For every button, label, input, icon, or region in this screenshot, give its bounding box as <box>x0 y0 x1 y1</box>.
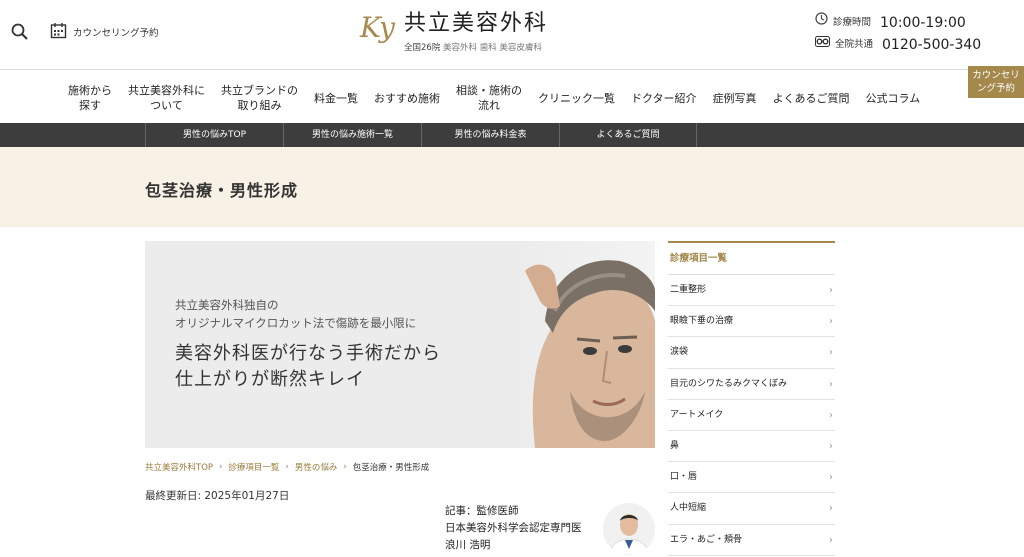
phone-label: 全院共通 <box>835 39 874 50</box>
logo-name: 共立美容外科 <box>404 11 549 36</box>
sidebar-item-double-eyelid[interactable]: 二重整形 › <box>668 275 835 307</box>
counseling-link[interactable]: カウンセリング予約 <box>50 22 159 42</box>
chevron-right-icon: › <box>219 462 223 472</box>
hero-headline-line: 仕上がりが断然キレイ <box>175 369 365 390</box>
clock-icon <box>815 12 828 34</box>
sidebar-item-label: エラ・あご・頬骨 <box>670 534 743 545</box>
logo-services: 美容外科 歯科 美容皮膚科 <box>443 43 542 53</box>
title-band: 包茎治療・男性形成 <box>0 147 1024 227</box>
chevron-right-icon: › <box>829 285 833 296</box>
sidebar-item-art-make[interactable]: アートメイク › <box>668 400 835 431</box>
supervisor-info: 記事：監修医師 日本美容外科学会認定専門医 浪川 浩明 <box>445 503 582 554</box>
nav-brand[interactable]: 共立ブランドの 取り組み <box>213 83 306 113</box>
treatment-sidebar: 診療項目一覧 二重整形 › 眼瞼下垂の治療 › 涙袋 › 目元のシワたるみクマくぼみ ›… <box>668 241 835 556</box>
sidebar-item-label: 人中短縮 <box>670 503 707 514</box>
breadcrumb-current: 包茎治療・男性形成 <box>352 463 430 473</box>
nav-treatments[interactable]: 施術から 探す <box>60 83 120 113</box>
doctor-avatar <box>603 503 655 555</box>
logo-mark: Ky <box>360 11 395 44</box>
nav-flow[interactable]: 相談・施術の 流れ <box>448 83 530 113</box>
free-dial-icon <box>815 34 830 56</box>
chevron-right-icon: › <box>829 316 833 328</box>
chevron-right-icon: › <box>829 503 833 515</box>
breadcrumb: 共立美容外科TOP › 診療項目一覧 › 男性の悩み › 包茎治療・男性形成 <box>145 461 429 473</box>
calendar-icon <box>50 22 67 42</box>
hero-headline: 美容外科医が行なう手術だから 仕上がりが断然キレイ <box>175 341 441 393</box>
contact-info: 診療時間 10:00-19:00 全院共通 0120-500-340 <box>815 12 981 56</box>
global-nav: 施術から 探す 共立美容外科に ついて 共立ブランドの 取り組み 料金一覧 おす… <box>60 76 928 120</box>
counseling-cta-button[interactable]: カウンセリ ング予約 <box>968 66 1024 98</box>
nav-faq[interactable]: よくあるご質問 <box>765 91 858 106</box>
site-header: カウンセリング予約 Ky 共立美容外科 全国26院 美容外科 歯科 美容皮膚科 … <box>0 0 1024 70</box>
sidebar-heading: 診療項目一覧 <box>668 241 835 275</box>
hero-subcopy-line: オリジナルマイクロカット法で傷跡を最小限に <box>175 316 417 330</box>
chevron-right-icon: › <box>829 409 833 421</box>
hours-value: 10:00-19:00 <box>880 15 966 31</box>
chevron-right-icon: › <box>343 462 347 472</box>
hero-banner: 共立美容外科独自の オリジナルマイクロカット法で傷跡を最小限に 美容外科医が行な… <box>145 241 655 448</box>
nav-case-photos[interactable]: 症例写真 <box>705 91 765 106</box>
sidebar-item-label: 鼻 <box>670 440 680 451</box>
hero-man-photo <box>515 241 655 448</box>
phone-number[interactable]: 0120-500-340 <box>882 34 981 56</box>
hero-subcopy-line: 共立美容外科独自の <box>175 298 279 312</box>
hours-label: 診療時間 <box>833 17 872 28</box>
chevron-right-icon: › <box>829 347 833 359</box>
supervisor-credential: 日本美容外科学会認定専門医 <box>445 522 582 534</box>
nav-price-list[interactable]: 料金一覧 <box>306 91 366 106</box>
hero-headline-line: 美容外科医が行なう手術だから <box>175 343 441 364</box>
sidebar-item-label: 涙袋 <box>670 347 689 358</box>
supervisor-label: 記事：監修医師 <box>445 505 519 517</box>
sidebar-item-nose[interactable]: 鼻 › <box>668 431 835 463</box>
nav-doctors[interactable]: ドクター紹介 <box>623 91 705 106</box>
sidebar-item-eye-wrinkles[interactable]: 目元のシワたるみクマくぼみ › <box>668 369 835 400</box>
sidebar-item-label: 目元のシワたるみクマくぼみ <box>670 378 788 389</box>
search-icon[interactable] <box>10 22 30 42</box>
chevron-right-icon: › <box>829 534 833 546</box>
sidebar-item-mouth-lips[interactable]: 口・唇 › <box>668 462 835 494</box>
sidebar-item-label: 口・唇 <box>670 472 698 483</box>
page-title: 包茎治療・男性形成 <box>145 181 299 200</box>
sidebar-item-label: アートメイク <box>670 409 724 420</box>
sidebar-item-tear-trough[interactable]: 涙袋 › <box>668 337 835 369</box>
sidebar-item-jaw[interactable]: エラ・あご・頬骨 › <box>668 525 835 556</box>
breadcrumb-link[interactable]: 男性の悩み <box>295 461 338 473</box>
nav-about[interactable]: 共立美容外科に ついて <box>120 83 213 113</box>
chevron-right-icon: › <box>285 462 289 472</box>
breadcrumb-link[interactable]: 共立美容外科TOP <box>145 461 213 473</box>
sidebar-item-philtrum[interactable]: 人中短縮 › <box>668 493 835 525</box>
subnav-faq[interactable]: よくあるご質問 <box>559 123 697 147</box>
site-logo[interactable]: Ky 共立美容外科 全国26院 美容外科 歯科 美容皮膚科 <box>360 10 548 53</box>
nav-recommended[interactable]: おすすめ施術 <box>366 91 448 106</box>
subnav-mens-top[interactable]: 男性の悩みTOP <box>145 123 283 147</box>
hero-subcopy: 共立美容外科独自の オリジナルマイクロカット法で傷跡を最小限に <box>175 296 416 332</box>
last-updated: 最終更新日: 2025年01月27日 <box>145 490 290 502</box>
sub-nav: 男性の悩みTOP 男性の悩み施術一覧 男性の悩み料金表 よくあるご質問 <box>0 123 1024 147</box>
supervisor-name[interactable]: 浪川 浩明 <box>445 537 582 554</box>
chevron-right-icon: › <box>829 378 833 390</box>
subnav-mens-treatments[interactable]: 男性の悩み施術一覧 <box>283 123 421 147</box>
sidebar-item-label: 二重整形 <box>670 285 707 295</box>
subnav-mens-prices[interactable]: 男性の悩み料金表 <box>421 123 559 147</box>
chevron-right-icon: › <box>829 440 833 452</box>
nav-column[interactable]: 公式コラム <box>858 91 929 106</box>
chevron-right-icon: › <box>829 472 833 484</box>
sidebar-item-label: 眼瞼下垂の治療 <box>670 316 734 327</box>
logo-clinic-count: 全国26院 <box>404 43 441 53</box>
nav-clinics[interactable]: クリニック一覧 <box>530 91 623 106</box>
breadcrumb-link[interactable]: 診療項目一覧 <box>228 461 279 473</box>
sidebar-item-ptosis[interactable]: 眼瞼下垂の治療 › <box>668 306 835 338</box>
counseling-link-label: カウンセリング予約 <box>73 28 159 39</box>
